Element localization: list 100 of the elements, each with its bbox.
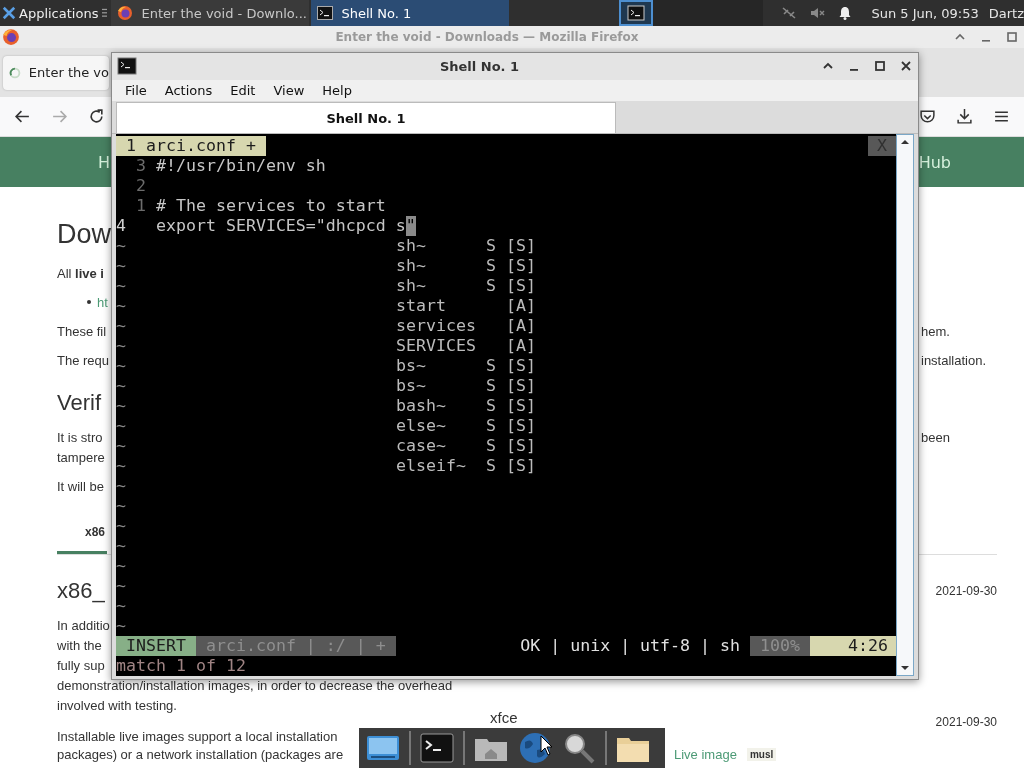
completion-item[interactable]: bs~ S [S] xyxy=(396,356,536,376)
paragraph-text: It is stro xyxy=(57,429,103,445)
paragraph-text: packages) or a network installation (packages are xyxy=(57,746,344,762)
empty-line-marker: ~ xyxy=(116,256,126,276)
section-heading: Verif xyxy=(57,390,102,416)
paragraph-text: In additio xyxy=(57,617,110,633)
bullet-icon xyxy=(87,300,91,304)
section-heading: x86_ xyxy=(57,578,105,604)
completion-item[interactable]: sh~ S [S] xyxy=(396,276,536,296)
empty-line-marker: ~ xyxy=(116,236,126,256)
menu-item[interactable]: Edit xyxy=(221,83,265,99)
nav-link[interactable]: H xyxy=(98,152,111,172)
terminal-icon[interactable] xyxy=(419,730,455,766)
file-format-info: OK | unix | utf-8 | sh xyxy=(520,636,742,656)
release-date: 2021-09-30 xyxy=(934,584,997,598)
empty-line-marker: ~ xyxy=(116,356,126,376)
menu-item[interactable]: Actions xyxy=(155,83,222,99)
firefox-icon xyxy=(2,28,20,46)
vim-tab[interactable]: 1 arci.conf + xyxy=(116,136,266,156)
workspace-thumbnails[interactable] xyxy=(653,0,764,26)
completion-item[interactable]: sh~ S [S] xyxy=(396,256,536,276)
empty-line-marker: ~ xyxy=(116,616,126,636)
empty-line-marker: ~ xyxy=(116,516,126,536)
menu-item[interactable]: View xyxy=(264,83,314,99)
completion-item[interactable]: SERVICES [A] xyxy=(396,336,536,356)
completion-item[interactable]: bash~ S [S] xyxy=(396,396,536,416)
scroll-up-arrow-icon[interactable] xyxy=(900,138,910,146)
empty-line-marker: ~ xyxy=(116,336,126,356)
download-icon[interactable] xyxy=(956,108,973,125)
paragraph-text: fully sup xyxy=(57,657,105,673)
paragraph-text: It will be xyxy=(57,478,104,494)
paragraph-text: involved with testing. xyxy=(57,697,177,713)
terminal-tab[interactable]: Shell No. 1 xyxy=(116,102,616,133)
empty-line-marker: ~ xyxy=(116,376,126,396)
reload-icon[interactable] xyxy=(88,108,105,125)
firefox-icon xyxy=(117,5,134,21)
menu-item[interactable]: Help xyxy=(313,83,361,99)
edition-title: xfce xyxy=(490,709,518,726)
text-cursor: " xyxy=(405,216,416,236)
completion-item[interactable]: sh~ S [S] xyxy=(396,236,536,256)
mode-indicator: INSERT xyxy=(116,636,196,656)
empty-line-marker: ~ xyxy=(116,476,126,496)
maximize-icon[interactable] xyxy=(1006,31,1018,43)
empty-line-marker: ~ xyxy=(116,496,126,516)
code-line: export SERVICES="dhcpcd s xyxy=(156,216,406,236)
code-line: #!/usr/bin/env sh xyxy=(156,156,326,176)
muted-speaker-icon[interactable] xyxy=(809,5,826,21)
back-arrow-icon[interactable] xyxy=(14,108,31,125)
pocket-icon[interactable] xyxy=(919,108,936,125)
menu-item[interactable]: File xyxy=(116,83,156,99)
paragraph-text: tampere xyxy=(57,449,105,465)
line-number: 3 xyxy=(135,156,146,176)
empty-line-marker: ~ xyxy=(116,576,126,596)
empty-line-marker: ~ xyxy=(116,536,126,556)
line-number: 2 xyxy=(135,176,146,196)
tab-title: Enter the vo xyxy=(28,65,109,80)
browser-tab[interactable]: Enter the vo xyxy=(3,55,109,90)
empty-line-marker: ~ xyxy=(116,436,126,456)
scroll-down-arrow-icon[interactable] xyxy=(900,664,910,672)
completion-item[interactable]: start [A] xyxy=(396,296,536,316)
completion-item[interactable]: elseif~ S [S] xyxy=(396,456,536,476)
terminal-icon xyxy=(117,57,137,76)
architecture-tab[interactable]: x86 xyxy=(57,513,108,554)
empty-line-marker: ~ xyxy=(116,556,126,576)
paragraph-text: These fil xyxy=(57,323,107,339)
taskbar-button[interactable]: Enter the void - Downlo... xyxy=(111,0,310,26)
window-title: Shell No. 1 xyxy=(438,59,521,74)
code-line: # The services to start xyxy=(156,196,386,216)
empty-line-marker: ~ xyxy=(116,296,126,316)
clock[interactable]: Sun 5 Jun, 09:53 xyxy=(871,5,979,21)
empty-line-marker: ~ xyxy=(116,416,126,436)
empty-line-marker: ~ xyxy=(116,456,126,476)
empty-line-marker: ~ xyxy=(116,276,126,296)
terminal-icon xyxy=(626,4,647,22)
window-title: Enter the void - Downloads — Mozilla Firefox xyxy=(334,30,640,44)
user-name[interactable]: Dartz xyxy=(988,5,1024,21)
applications-menu-button[interactable]: Applications xyxy=(0,0,101,26)
network-disconnected-icon[interactable] xyxy=(781,5,798,21)
completion-item[interactable]: bs~ S [S] xyxy=(396,376,536,396)
mouse-pointer-icon xyxy=(540,735,554,757)
terminal-icon xyxy=(317,5,334,21)
release-date: 2021-09-30 xyxy=(934,715,997,729)
completion-item[interactable]: else~ S [S] xyxy=(396,416,536,436)
paragraph-text: demonstration/installation images, in order to decrease the overhead xyxy=(57,677,453,693)
xfce-icon xyxy=(2,6,16,20)
empty-line-marker: ~ xyxy=(116,316,126,336)
maximize-icon[interactable] xyxy=(874,60,886,73)
scrollbar[interactable] xyxy=(896,134,914,676)
page-heading: Dow xyxy=(57,218,111,250)
paragraph-text: hem. xyxy=(920,323,950,339)
workspace-switcher[interactable] xyxy=(619,0,654,26)
completion-item[interactable]: services [A] xyxy=(396,316,536,336)
command-line-message: match 1 of 12 xyxy=(116,656,246,676)
nav-link[interactable]: Hub xyxy=(918,152,951,172)
completion-item[interactable]: case~ S [S] xyxy=(396,436,536,456)
empty-line-marker: ~ xyxy=(116,396,126,416)
close-icon[interactable] xyxy=(900,60,912,73)
taskbar-button[interactable]: Shell No. 1 xyxy=(311,0,510,26)
empty-line-marker: ~ xyxy=(116,596,126,616)
line-number: 1 xyxy=(135,196,146,216)
